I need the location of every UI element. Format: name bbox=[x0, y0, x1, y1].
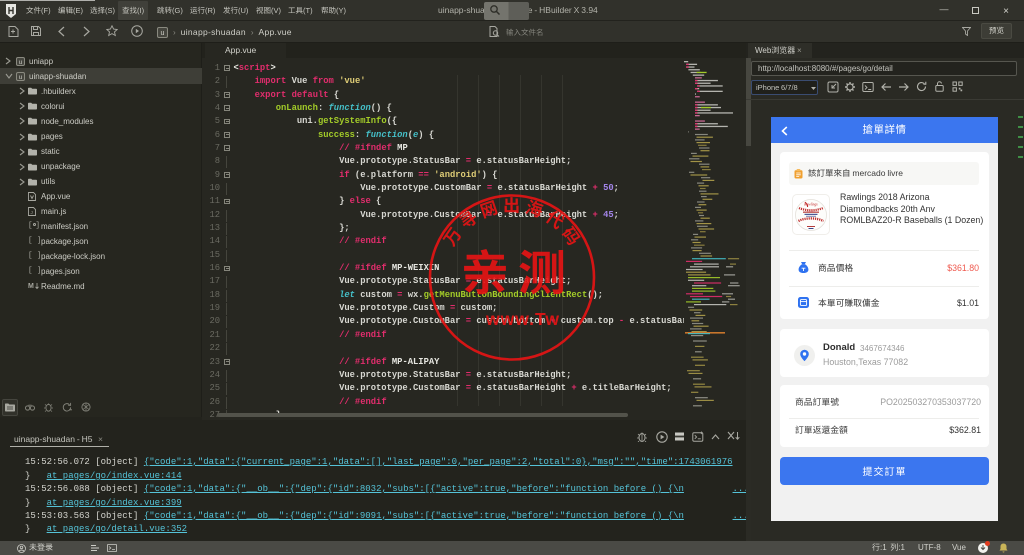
svg-text:Rawlings: Rawlings bbox=[803, 202, 818, 206]
svg-text:www.Tw: www.Tw bbox=[485, 309, 560, 329]
svg-text:亲测: 亲测 bbox=[461, 234, 575, 304]
svg-text:J: J bbox=[30, 210, 32, 215]
